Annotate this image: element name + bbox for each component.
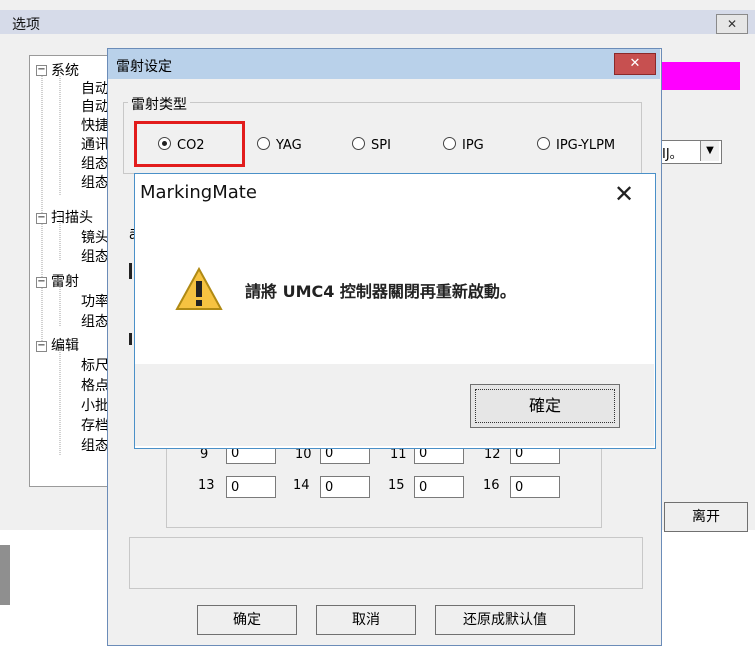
tree-toggle-system[interactable]: − [36,65,47,76]
param-input-15[interactable]: 0 [414,476,464,498]
tree-item[interactable]: 存档 [81,415,109,435]
tree-item[interactable]: 组态 [81,435,109,455]
tree-item[interactable]: 镜头 [81,227,109,247]
param-label-12: 12 [484,447,501,462]
radio-spi-label: SPI [371,138,391,153]
param-input-13[interactable]: 0 [226,476,276,498]
laser-dialog-titlebar [108,49,660,79]
tree-toggle-edit[interactable]: − [36,341,47,352]
radio-unselected-icon [443,137,456,150]
scroll-fragment [0,545,10,605]
param-label-15: 15 [388,478,405,493]
chevron-down-icon[interactable]: ▼ [700,141,719,161]
options-dropdown-value: IJ。 [662,147,683,162]
cancel-button[interactable]: 取消 [316,605,416,635]
tree-toggle-laser[interactable]: − [36,277,47,288]
radio-ipg[interactable]: IPG [443,137,484,153]
tree-item[interactable]: 组态 [81,246,109,266]
hidden-label-fragment [129,333,132,345]
laser-type-label: 雷射类型 [128,94,190,114]
tree-item-laser[interactable]: 雷射 [51,271,79,291]
tree-item[interactable]: 快捷 [81,115,109,135]
param-label-10: 10 [295,447,312,462]
restore-defaults-button[interactable]: 还原成默认值 [435,605,575,635]
tree-item[interactable]: 组态 [81,153,109,173]
co2-highlight-box [134,121,245,167]
param-input-14[interactable]: 0 [320,476,370,498]
tree-item[interactable]: 自动 [81,96,109,116]
message-box-title: MarkingMate [140,182,257,203]
param-input-16[interactable]: 0 [510,476,560,498]
param-label-13: 13 [198,478,215,493]
hidden-label-fragment [129,263,132,279]
close-icon[interactable]: ✕ [614,180,634,208]
tree-item-scanhead[interactable]: 扫描头 [51,207,93,227]
param-label-14: 14 [293,478,310,493]
warning-icon [175,265,223,313]
laser-dialog-title: 雷射设定 [116,59,172,75]
ok-button[interactable]: 确定 [197,605,297,635]
tree-item[interactable]: 组态 [81,172,109,192]
tree-item[interactable]: 通讯 [81,134,109,154]
param-label-16: 16 [483,478,500,493]
tree-toggle-scanhead[interactable]: − [36,213,47,224]
radio-ipg-ylpm-label: IPG-YLPM [556,138,616,153]
message-ok-button[interactable]: 確定 [470,384,620,428]
color-swatch [660,62,740,90]
tree-item[interactable]: 小批 [81,395,109,415]
radio-ipg-label: IPG [462,138,484,153]
param-label-9: 9 [200,447,209,462]
radio-unselected-icon [537,137,550,150]
tree-item[interactable]: 功率 [81,291,109,311]
radio-yag-label: YAG [276,138,302,153]
options-close-button[interactable]: ✕ [716,14,748,34]
tree-item[interactable]: 自动 [81,78,109,98]
radio-ipg-ylpm[interactable]: IPG-YLPM [537,137,615,153]
radio-yag[interactable]: YAG [257,137,302,153]
radio-unselected-icon [257,137,270,150]
options-title: 选项 [12,17,40,33]
param-label-11: 11 [390,447,407,462]
leave-button[interactable]: 离开 [664,502,748,532]
radio-spi[interactable]: SPI [352,137,391,153]
options-titlebar [0,10,755,34]
message-text: 請將 UMC4 控制器關閉再重新啟動。 [245,282,516,301]
lower-group [129,537,643,589]
tree-item[interactable]: 格点 [81,375,109,395]
tree-item-system[interactable]: 系统 [51,60,79,80]
radio-unselected-icon [352,137,365,150]
laser-dialog-close-button[interactable]: ✕ [614,53,656,75]
message-ok-label: 確定 [528,396,561,415]
tree-item[interactable]: 组态 [81,311,109,331]
tree-item[interactable]: 标尺 [81,355,109,375]
tree-item-edit[interactable]: 编辑 [51,335,79,355]
